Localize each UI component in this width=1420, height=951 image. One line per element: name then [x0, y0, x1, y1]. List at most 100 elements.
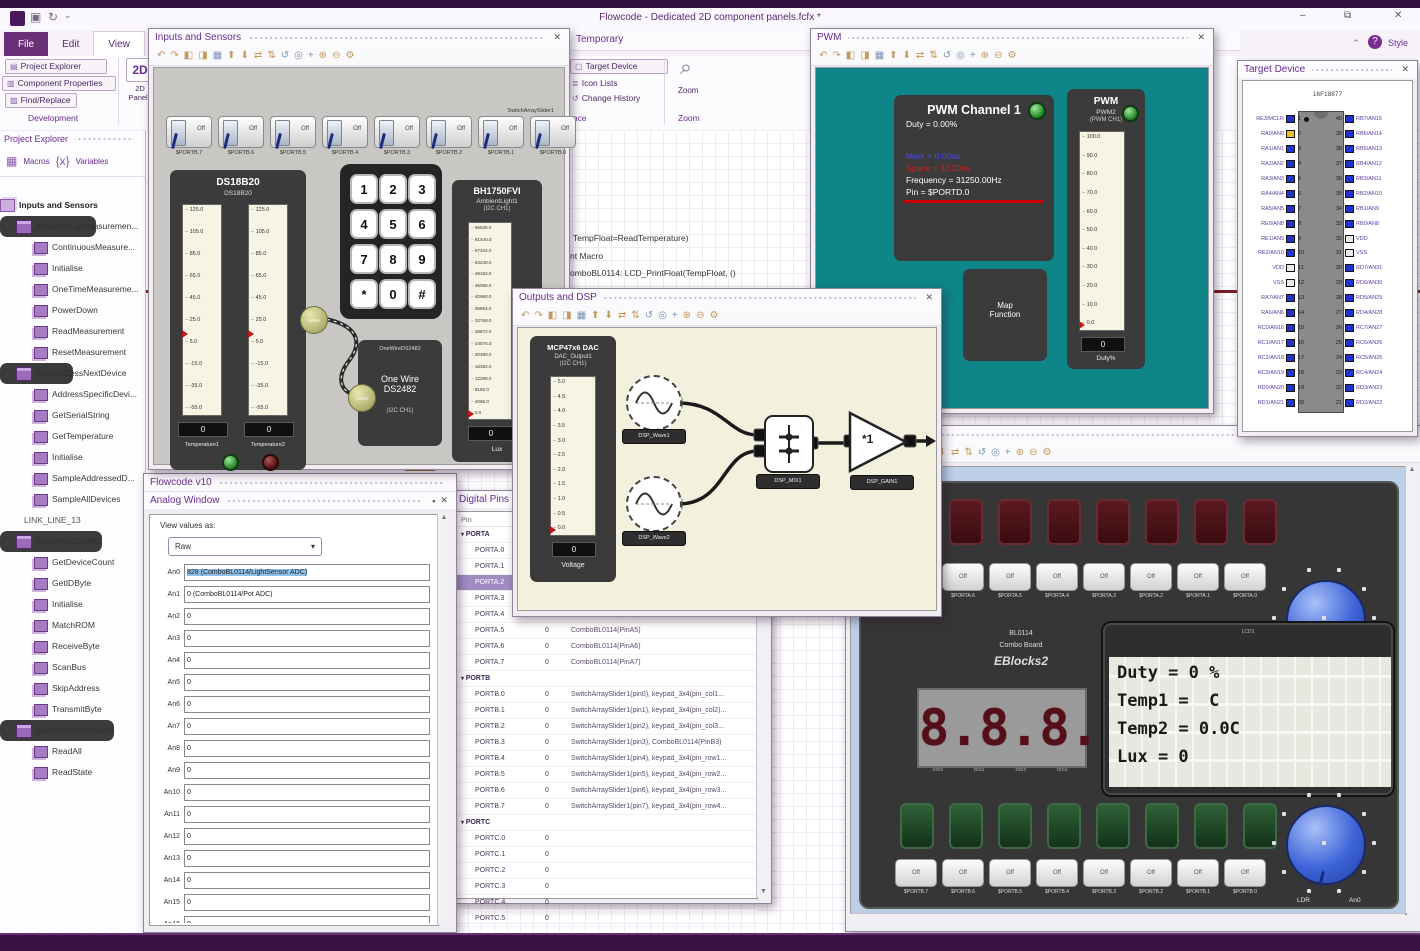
- switch-lever[interactable]: [535, 120, 550, 146]
- flip-horizontal-icon[interactable]: ⇄: [916, 50, 924, 61]
- flip-vertical-icon[interactable]: ⇅: [964, 447, 972, 458]
- rotate-icon[interactable]: ↺: [978, 447, 986, 458]
- rotate-icon[interactable]: ↺: [281, 50, 289, 61]
- redo-icon[interactable]: ↷: [832, 50, 840, 61]
- tree-item[interactable]: ReadMeasurement: [0, 321, 145, 342]
- undo-icon[interactable]: ↶: [521, 310, 529, 321]
- target-icon[interactable]: ◎: [658, 310, 667, 321]
- chip-pin[interactable]: 31 VSS: [1330, 247, 1420, 259]
- channel-value-field[interactable]: 0: [184, 805, 430, 823]
- tree-item[interactable]: GetIDByte: [0, 573, 145, 594]
- slide-switch[interactable]: Off: [270, 116, 316, 148]
- move-up-icon[interactable]: ⬆: [889, 50, 897, 61]
- pin-row[interactable]: PORTB.3 0 SwitchArraySlider1(pin3), ComboB…: [457, 735, 757, 751]
- target-icon[interactable]: ◎: [991, 447, 1000, 458]
- keypad-key[interactable]: #: [408, 279, 436, 309]
- chip-pin[interactable]: RA2/AN2 4: [1186, 158, 1310, 170]
- chip-pin[interactable]: 23 RC4/AN24: [1330, 367, 1420, 379]
- grid-icon[interactable]: ▦: [577, 310, 586, 321]
- add-icon[interactable]: +: [970, 50, 976, 61]
- keypad-key[interactable]: 9: [408, 244, 436, 274]
- redo-icon[interactable]: ↷: [170, 50, 178, 61]
- tree-item[interactable]: Inputs and Sensors: [0, 195, 145, 216]
- help-icon[interactable]: ?: [1368, 35, 1382, 49]
- channel-value-field[interactable]: 0: [184, 915, 430, 923]
- zoom-in-icon[interactable]: ⊕: [319, 50, 327, 61]
- pin-row[interactable]: PORTC.0 0: [457, 831, 757, 847]
- tree-item[interactable]: TransmitByte: [0, 699, 145, 720]
- move-down-icon[interactable]: ⬇: [241, 50, 249, 61]
- channel-value-field[interactable]: 0: [184, 651, 430, 669]
- channel-value-field[interactable]: 0: [184, 827, 430, 845]
- keypad-key[interactable]: 2: [379, 174, 407, 204]
- target-icon[interactable]: ◎: [294, 50, 303, 61]
- chip-pin[interactable]: 35 RB2/AN10: [1330, 188, 1420, 200]
- project-explorer-button[interactable]: ▤ Project Explorer: [5, 59, 107, 74]
- tree-item[interactable]: SkipAddress: [0, 678, 145, 699]
- chip-pin[interactable]: 34 RB1/AN9: [1330, 203, 1420, 215]
- chip-pin[interactable]: RA0/AN0 2: [1186, 128, 1310, 140]
- dsp-gain-component[interactable]: [848, 411, 910, 473]
- slide-switch[interactable]: Off: [218, 116, 264, 148]
- settings-icon[interactable]: ⚙: [345, 50, 354, 61]
- tab-edit[interactable]: Edit: [48, 32, 93, 57]
- find-replace-button[interactable]: ▧ Find/Replace: [5, 93, 77, 108]
- flip-vertical-icon[interactable]: ⇅: [267, 50, 275, 61]
- board-vertical-scrollbar[interactable]: ▲: [1405, 466, 1418, 913]
- channel-value-field[interactable]: 0: [184, 673, 430, 691]
- chip-pin[interactable]: RA5/AN5 7: [1186, 203, 1310, 215]
- chip-pin[interactable]: 33 RB0/AN8: [1330, 218, 1420, 230]
- porta-toggle-button[interactable]: Off: [1130, 563, 1172, 591]
- close-icon[interactable]: ✕: [551, 32, 563, 43]
- portb-toggle-button[interactable]: Off: [1224, 859, 1266, 887]
- tree-item[interactable]: DS18B20: [0, 363, 73, 384]
- keypad-key[interactable]: 6: [408, 209, 436, 239]
- settings-icon[interactable]: ⚙: [709, 310, 718, 321]
- channel-value-field[interactable]: 0: [184, 761, 430, 779]
- dsp-wave1-component[interactable]: [626, 375, 682, 431]
- chip-pin[interactable]: 39 RB6/AN14: [1330, 128, 1420, 140]
- chip-pin[interactable]: 27 RD4/AN28: [1330, 307, 1420, 319]
- chip-pin[interactable]: 40 RB7/AN15: [1330, 113, 1420, 125]
- zoom-out-icon[interactable]: ⊖: [1029, 447, 1037, 458]
- zoom-in-icon[interactable]: ⊕: [981, 50, 989, 61]
- close-icon[interactable]: ✕: [1195, 32, 1207, 43]
- zoom-in-icon[interactable]: ⊕: [683, 310, 691, 321]
- flowdoc-titlebar[interactable]: Flowcode v10: [144, 474, 456, 491]
- tree-item[interactable]: ReceiveByte: [0, 636, 145, 657]
- tree-item[interactable]: PowerDown: [0, 300, 145, 321]
- pin-row[interactable]: PORTB.7 0 SwitchArraySlider1(pin7), keypad…: [457, 799, 757, 815]
- chip-pin[interactable]: RC1/AN17 16: [1186, 337, 1310, 349]
- board-horizontal-scrollbar[interactable]: [850, 913, 1405, 926]
- settings-icon[interactable]: ⚙: [1007, 50, 1016, 61]
- portb-toggle-button[interactable]: Off: [989, 859, 1031, 887]
- switch-lever[interactable]: [223, 120, 238, 146]
- chip-pin[interactable]: RE0/AN8 8: [1186, 218, 1310, 230]
- tree-item[interactable]: LINK_LINE_13: [0, 510, 145, 531]
- chip-pin[interactable]: RA7/AN7 13: [1186, 292, 1310, 304]
- tree-item[interactable]: GetTemperature: [0, 426, 145, 447]
- ribbon-collapse-icon[interactable]: ⌃: [1352, 38, 1360, 49]
- pin-row[interactable]: PORTC.4 0: [457, 895, 757, 911]
- chip-pin[interactable]: RD0/AN20 19: [1186, 382, 1310, 394]
- switch-lever[interactable]: [327, 120, 342, 146]
- flip-vertical-icon[interactable]: ⇅: [631, 310, 639, 321]
- target-device-titlebar[interactable]: Target Device ✕: [1238, 61, 1417, 78]
- zoom-in-icon[interactable]: ⊕: [1016, 447, 1024, 458]
- analog-window-titlebar[interactable]: Analog Window ▪ ✕: [144, 491, 456, 509]
- portb-toggle-button[interactable]: Off: [1130, 859, 1172, 887]
- slide-switch[interactable]: Off: [426, 116, 472, 148]
- target-device-toggle[interactable]: ▢ Target Device: [570, 59, 668, 74]
- dsp-mix-component[interactable]: [764, 415, 814, 473]
- portb-toggle-button[interactable]: Off: [895, 859, 937, 887]
- channel-value-field[interactable]: 0: [184, 893, 430, 911]
- undo-icon[interactable]: ↶: [819, 50, 827, 61]
- pin-row[interactable]: PORTA.5 0 ComboBL0114(PinA5): [457, 623, 757, 639]
- keypad-key[interactable]: 5: [379, 209, 407, 239]
- minimize-button[interactable]: –: [1300, 10, 1306, 21]
- tab-view[interactable]: View: [93, 31, 145, 57]
- chip-pin[interactable]: 30 RD7/AN31: [1330, 262, 1420, 274]
- tree-item[interactable]: Initialise: [0, 447, 145, 468]
- chip-pin[interactable]: 21 RD2/AN22: [1330, 397, 1420, 409]
- rotate-icon[interactable]: ↺: [645, 310, 653, 321]
